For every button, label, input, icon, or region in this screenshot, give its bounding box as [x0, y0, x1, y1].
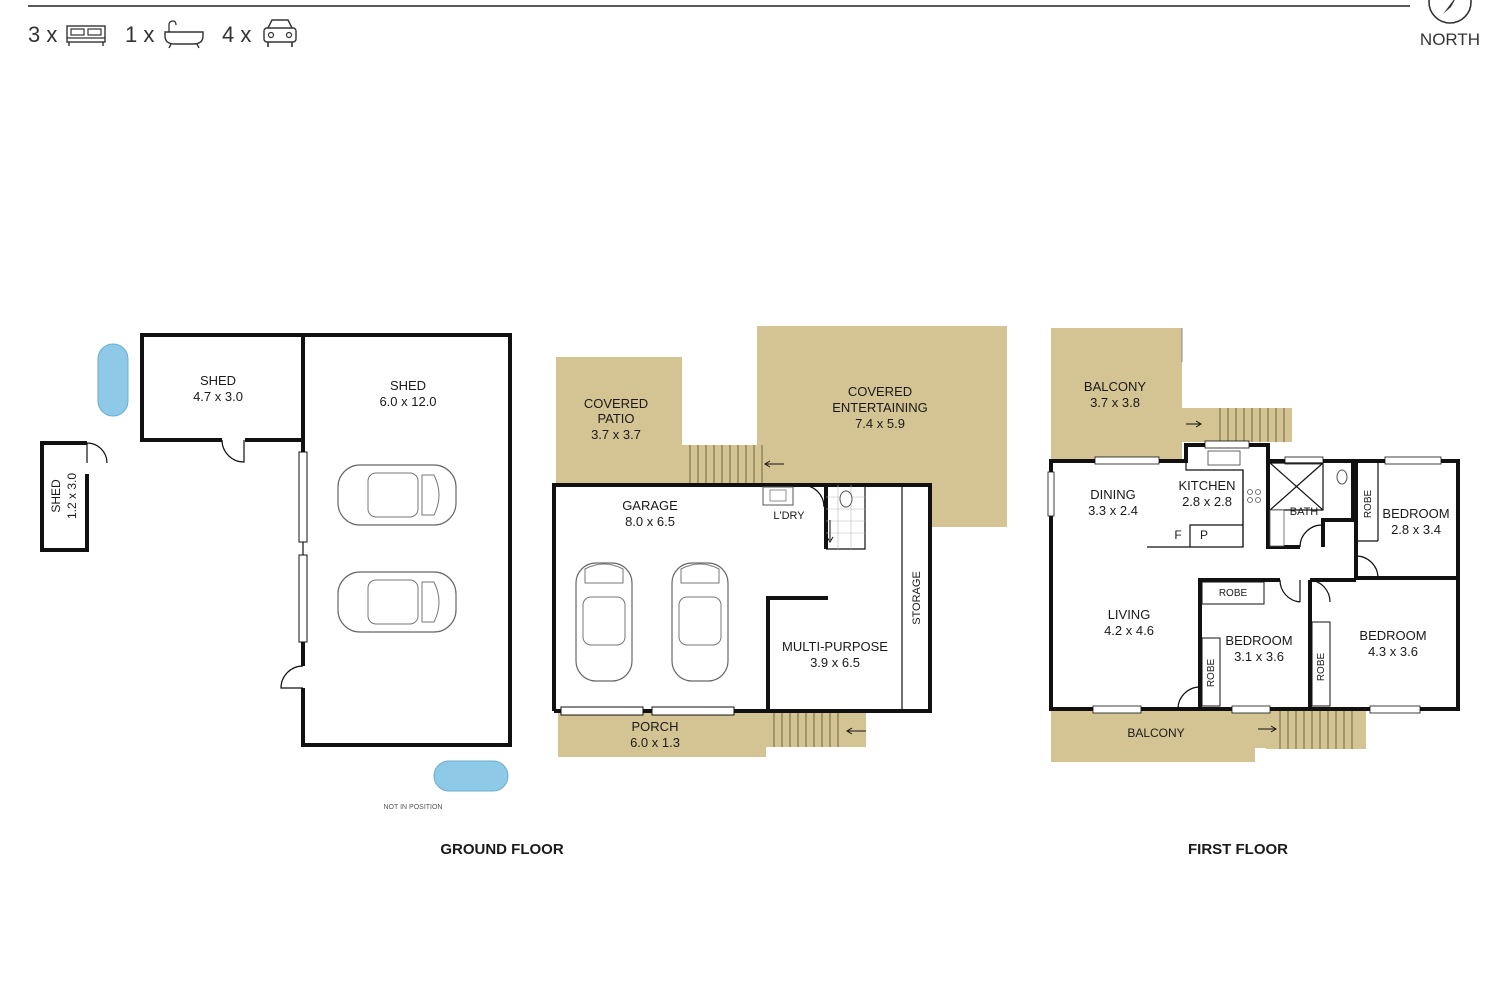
car-topview-icon — [575, 562, 633, 682]
kitchen-size: 2.8 x 2.8 — [1182, 494, 1232, 509]
amenities-bar: 3 x 1 x 4 x — [28, 19, 297, 49]
stairs-first-front — [1258, 709, 1366, 749]
covered-entertaining-name1: COVERED — [848, 384, 912, 399]
bedroom1-size: 2.8 x 3.4 — [1391, 522, 1441, 537]
pool-horizontal — [433, 760, 509, 792]
car-count: 4 x — [222, 22, 251, 47]
robe-bed3-label: ROBE — [1316, 653, 1327, 682]
kitchen-name: KITCHEN — [1178, 478, 1235, 493]
balcony-bottom-name: BALCONY — [1127, 726, 1184, 740]
porch-area — [558, 711, 766, 757]
shed-large-size: 6.0 x 12.0 — [379, 394, 436, 409]
shed-mid-size: 4.7 x 3.0 — [193, 389, 243, 404]
bedroom3-size: 4.3 x 3.6 — [1368, 644, 1418, 659]
robe-top-label: ROBE — [1219, 588, 1248, 599]
laundry-name: L'DRY — [773, 510, 805, 522]
first-floor-walls — [1047, 440, 1460, 714]
balcony-top-size: 3.7 x 3.8 — [1090, 395, 1140, 410]
cooktop-icon — [1247, 489, 1261, 503]
pantry-label: P — [1200, 528, 1208, 542]
multi-purpose-size: 3.9 x 6.5 — [810, 655, 860, 670]
shed-small-size: 1.2 x 3.0 — [65, 473, 79, 519]
stairs-ground-rear — [682, 445, 786, 485]
bedroom2-name: BEDROOM — [1225, 633, 1292, 648]
living-name: LIVING — [1108, 607, 1151, 622]
car-topview-icon — [671, 562, 729, 682]
dining-size: 3.3 x 2.4 — [1088, 503, 1138, 518]
covered-entertaining-size: 7.4 x 5.9 — [855, 416, 905, 431]
bedroom1-name: BEDROOM — [1382, 506, 1449, 521]
covered-entertaining-name2: ENTERTAINING — [832, 400, 928, 415]
covered-patio-name2: PATIO — [597, 411, 634, 426]
stairs-ground-front — [766, 711, 866, 747]
bedroom3-name: BEDROOM — [1359, 628, 1426, 643]
fridge-label: F — [1174, 528, 1181, 542]
stairs-first-rear — [1182, 408, 1292, 442]
toilet-icon — [839, 490, 853, 508]
ground-floor-plan: NOT IN POSITION SHED 1.2 x 3.0 SHED 4.7 … — [40, 326, 1007, 858]
shed-mid-name: SHED — [200, 373, 236, 388]
first-floor-title: FIRST FLOOR — [1188, 841, 1288, 858]
bath-icon — [164, 20, 204, 49]
kitchen-sink-icon — [1207, 450, 1241, 466]
garage-name: GARAGE — [622, 498, 678, 513]
shed-small-name: SHED — [49, 479, 63, 513]
storage-name: STORAGE — [911, 571, 923, 625]
toilet-icon — [1336, 469, 1348, 485]
covered-patio-name1: COVERED — [584, 396, 648, 411]
dining-name: DINING — [1090, 487, 1136, 502]
pool-vertical — [97, 343, 129, 417]
living-size: 4.2 x 4.6 — [1104, 623, 1154, 638]
balcony-top-name: BALCONY — [1084, 379, 1146, 394]
ground-floor-title: GROUND FLOOR — [440, 841, 563, 858]
garage-size: 8.0 x 6.5 — [625, 514, 675, 529]
bed-count: 3 x — [28, 22, 57, 47]
covered-patio-size: 3.7 x 3.7 — [591, 427, 641, 442]
porch-name: PORCH — [632, 719, 679, 734]
porch-size: 6.0 x 1.3 — [630, 735, 680, 750]
car-topview-icon — [337, 571, 457, 633]
not-in-position-note: NOT IN POSITION — [384, 804, 443, 811]
robe-bed2-label: ROBE — [1206, 659, 1217, 688]
bed-icon — [66, 25, 106, 46]
floor-plan: 3 x 1 x 4 x NORTH NOT IN POSITION SHED 1… — [28, 0, 1480, 858]
compass-icon — [1428, 0, 1472, 24]
car-topview-icon — [337, 464, 457, 526]
bath-count: 1 x — [125, 22, 154, 47]
first-floor-plan: BALCONY 3.7 x 3.8 BALCONY DINING 3.3 x 2… — [1047, 328, 1460, 858]
shed-large-name: SHED — [390, 378, 426, 393]
north-label: NORTH — [1420, 30, 1480, 49]
vanity-icon — [1269, 509, 1285, 547]
robe-bed1-label: ROBE — [1363, 490, 1374, 519]
multi-purpose-name: MULTI-PURPOSE — [782, 639, 888, 654]
bath-name: BATH — [1290, 506, 1319, 518]
car-icon — [263, 19, 297, 47]
bedroom2-size: 3.1 x 3.6 — [1234, 649, 1284, 664]
